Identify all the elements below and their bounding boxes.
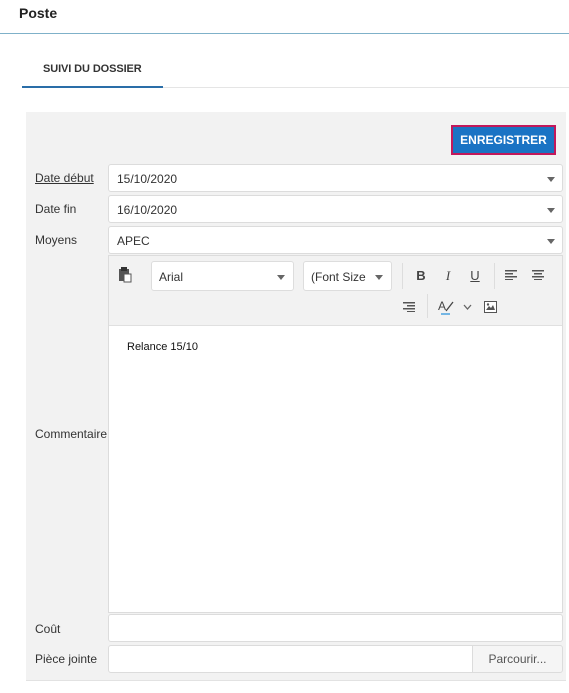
spellcheck-icon[interactable]: A xyxy=(437,298,455,316)
tab-suivi-du-dossier[interactable]: SUIVI DU DOSSIER xyxy=(22,52,163,88)
align-right-icon[interactable] xyxy=(403,302,415,312)
toolbar-divider xyxy=(402,263,403,289)
moyens-select[interactable]: APEC xyxy=(108,226,563,254)
date-debut-field[interactable]: 15/10/2020 xyxy=(108,164,563,192)
underline-icon[interactable]: U xyxy=(467,268,483,283)
date-fin-value: 16/10/2020 xyxy=(117,203,178,217)
editor-content[interactable]: Relance 15/10 xyxy=(127,341,198,353)
date-debut-label[interactable]: Date début xyxy=(35,171,94,185)
font-size-placeholder: (Font Size xyxy=(311,270,366,284)
chevron-down-icon xyxy=(277,275,285,280)
tab-label: SUIVI DU DOSSIER xyxy=(43,63,142,75)
font-size-select[interactable]: (Font Size xyxy=(303,261,392,291)
moyens-value: APEC xyxy=(117,234,150,248)
piece-jointe-label: Pièce jointe xyxy=(35,652,98,666)
bold-icon[interactable]: B xyxy=(413,268,429,283)
chevron-down-icon[interactable] xyxy=(463,304,472,310)
toolbar-divider xyxy=(427,294,428,318)
commentaire-label: Commentaire xyxy=(35,427,108,441)
browse-button[interactable]: Parcourir... xyxy=(472,645,563,673)
tab-bar: SUIVI DU DOSSIER xyxy=(22,52,569,88)
save-button[interactable]: ENREGISTRER xyxy=(451,125,556,155)
editor-toolbar: Arial (Font Size B I U A xyxy=(109,256,562,326)
chevron-down-icon[interactable] xyxy=(547,239,555,244)
font-family-select[interactable]: Arial xyxy=(151,261,294,291)
date-fin-label: Date fin xyxy=(35,202,77,216)
date-debut-value: 15/10/2020 xyxy=(117,172,178,186)
align-left-icon[interactable] xyxy=(505,270,517,280)
chevron-down-icon xyxy=(375,275,383,280)
align-center-icon[interactable] xyxy=(532,270,544,280)
piece-jointe-input[interactable] xyxy=(108,645,473,673)
font-family-value: Arial xyxy=(159,270,184,284)
svg-text:A: A xyxy=(438,299,446,313)
chevron-down-icon[interactable] xyxy=(547,177,555,182)
paste-icon[interactable] xyxy=(118,267,132,283)
moyens-label: Moyens xyxy=(35,233,78,247)
divider xyxy=(26,680,566,681)
cout-label: Coût xyxy=(35,622,61,636)
chevron-down-icon[interactable] xyxy=(547,208,555,213)
page-header: Poste xyxy=(0,0,569,34)
toolbar-divider xyxy=(494,263,495,289)
date-fin-field[interactable]: 16/10/2020 xyxy=(108,195,563,223)
save-button-label: ENREGISTRER xyxy=(454,128,553,152)
cout-input[interactable] xyxy=(108,614,563,642)
page-title: Poste xyxy=(19,5,58,21)
image-icon[interactable] xyxy=(484,301,497,313)
rich-text-editor: Arial (Font Size B I U A Relance 15/10 xyxy=(108,255,563,613)
italic-icon[interactable]: I xyxy=(440,268,456,284)
